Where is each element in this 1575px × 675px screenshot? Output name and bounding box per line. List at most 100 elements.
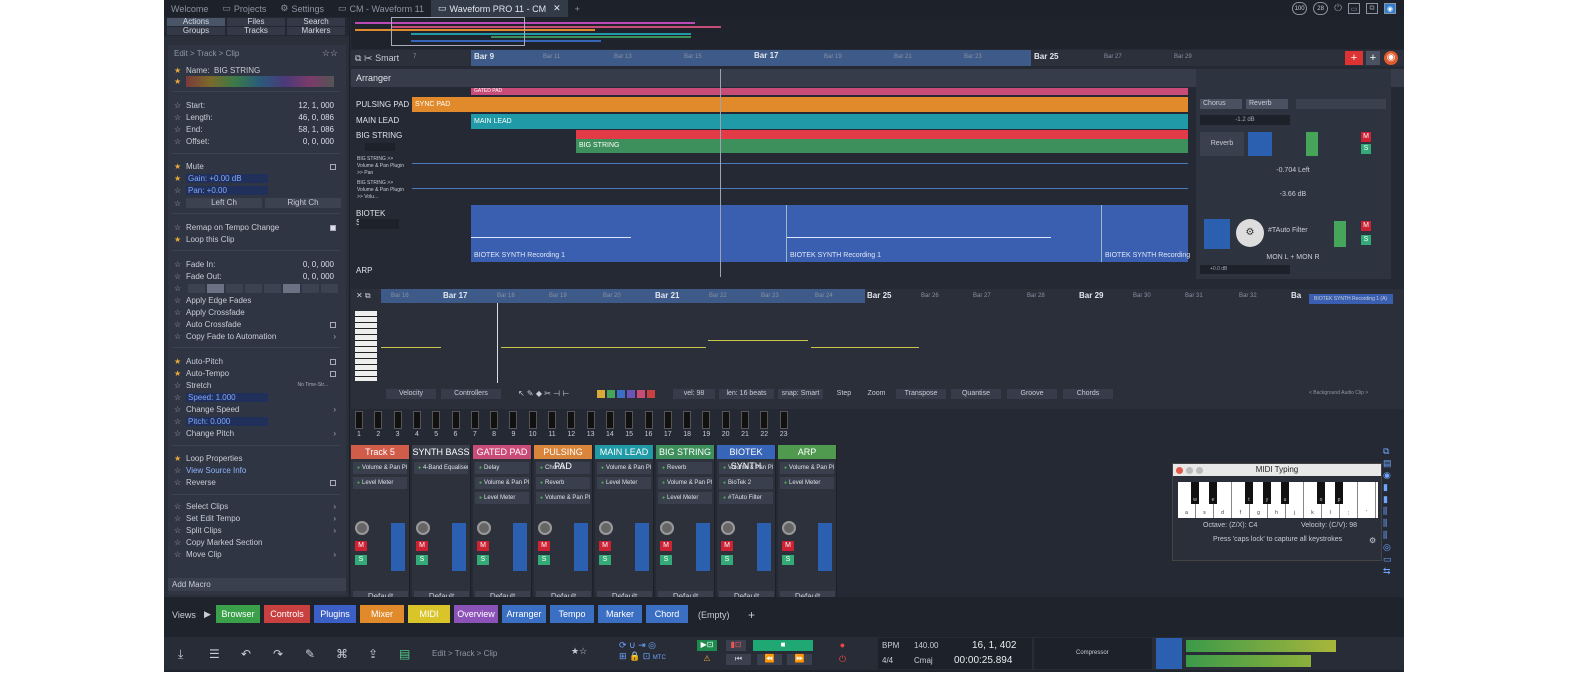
- star-icon[interactable]: ☆: [174, 223, 186, 232]
- step-pad[interactable]: [663, 411, 672, 429]
- color-swatch[interactable]: [647, 390, 655, 398]
- gear-icon[interactable]: ⚙: [1369, 536, 1376, 545]
- tool-icons[interactable]: ↖ ✎ ◆ ✂ ⊣ ⊢: [518, 389, 569, 398]
- star-icon[interactable]: ☆: [174, 284, 186, 293]
- tab-active-edit[interactable]: ▭ Waveform PRO 11 - CM ✕: [431, 0, 568, 17]
- input-routing[interactable]: MON L + MON R: [1200, 253, 1386, 263]
- star-icon[interactable]: ★: [174, 174, 186, 183]
- groove-menu[interactable]: Groove: [1007, 389, 1057, 399]
- mute-button[interactable]: M: [599, 541, 611, 551]
- step-pad[interactable]: [432, 411, 441, 429]
- play-triangle-icon[interactable]: ▶: [204, 609, 211, 620]
- channel-plugin[interactable]: Level Meter: [658, 492, 712, 504]
- view-button[interactable]: Browser: [216, 605, 260, 623]
- chevron-right-icon[interactable]: ›: [333, 429, 336, 438]
- view-button[interactable]: Controls: [264, 605, 310, 623]
- step-pad[interactable]: [470, 411, 479, 429]
- chevron-right-icon[interactable]: ›: [333, 332, 336, 341]
- star-icon[interactable]: ☆: [174, 429, 186, 438]
- loop-button[interactable]: ▶⊡: [697, 640, 717, 651]
- star-icon[interactable]: ☆: [174, 381, 186, 390]
- length-value[interactable]: 46, 0, 086: [298, 113, 334, 122]
- track-header-arp[interactable]: ARP: [353, 266, 411, 275]
- sync-pad-clip[interactable]: SYNC PAD: [412, 97, 1188, 112]
- window-icon[interactable]: ▭: [1348, 3, 1360, 14]
- set-edit-tempo[interactable]: Set Edit Tempo: [186, 514, 240, 523]
- solo-button[interactable]: S: [721, 555, 733, 565]
- volume-fader[interactable]: [696, 523, 710, 571]
- chorus-plugin[interactable]: Chorus: [1200, 99, 1242, 109]
- color-swatch[interactable]: [607, 390, 615, 398]
- power-icon[interactable]: ⏻: [820, 654, 865, 665]
- mute-button[interactable]: M: [721, 541, 733, 551]
- eye-icon[interactable]: ◉: [1384, 3, 1396, 14]
- forward-button[interactable]: ⏩: [787, 654, 812, 665]
- pan-knob[interactable]: [660, 521, 674, 535]
- compressor-slot[interactable]: Compressor: [1034, 638, 1152, 669]
- solo-button[interactable]: S: [599, 555, 611, 565]
- step-pad[interactable]: [393, 411, 402, 429]
- black-key[interactable]: o: [1317, 482, 1325, 504]
- track-plugin-slot[interactable]: [359, 219, 399, 229]
- copy-marked-section[interactable]: Copy Marked Section: [186, 538, 262, 547]
- step-pad[interactable]: [490, 411, 499, 429]
- view-source-info[interactable]: View Source Info: [186, 466, 246, 475]
- color-swatch[interactable]: [597, 390, 605, 398]
- star-icon[interactable]: ★: [174, 454, 186, 463]
- black-key[interactable]: w: [1191, 482, 1199, 504]
- auto-tempo-checkbox[interactable]: [330, 371, 336, 377]
- channel-plugin[interactable]: Volume & Pan Plugin: [780, 462, 834, 474]
- star-icon[interactable]: ☆: [174, 417, 186, 426]
- biotek-clip-1[interactable]: BIOTEK SYNTH Recording 1: [471, 205, 786, 262]
- star-icon[interactable]: ☆: [174, 113, 186, 122]
- chevron-right-icon[interactable]: ›: [333, 526, 336, 535]
- star-icon[interactable]: ★☆: [571, 646, 587, 657]
- close-icon[interactable]: [1176, 467, 1183, 474]
- plugin-chain[interactable]: [1296, 99, 1386, 109]
- channel-plugin[interactable]: Level Meter: [353, 477, 407, 489]
- add-view-button[interactable]: +: [748, 608, 755, 622]
- move-clip[interactable]: Move Clip: [186, 550, 222, 559]
- fade-shape-button[interactable]: [264, 284, 281, 293]
- step-pad[interactable]: [586, 411, 595, 429]
- channel-plugin[interactable]: BioTek 2: [719, 477, 773, 489]
- keyboard-icon[interactable]: ▤: [399, 647, 410, 661]
- channel-plugin[interactable]: Reverb: [658, 462, 712, 474]
- start-value[interactable]: 12, 1, 000: [298, 101, 334, 110]
- channel-name[interactable]: GATED PAD: [473, 445, 531, 459]
- add-tab-button[interactable]: +: [568, 0, 587, 17]
- chevron-right-icon[interactable]: ›: [333, 405, 336, 414]
- undo-icon[interactable]: ↶: [241, 647, 251, 661]
- warning-icon[interactable]: ⚠: [697, 654, 717, 665]
- menu-icon[interactable]: ☰: [209, 647, 220, 661]
- minimize-icon[interactable]: [1186, 467, 1193, 474]
- channel-plugin[interactable]: Level Meter: [475, 492, 529, 504]
- star-icon[interactable]: ☆: [174, 332, 186, 341]
- tab-welcome[interactable]: Welcome: [164, 0, 215, 17]
- apply-crossfade[interactable]: Apply Crossfade: [186, 308, 245, 317]
- left-channel-button[interactable]: Left Ch: [186, 198, 262, 208]
- reverse-checkbox[interactable]: [330, 480, 336, 486]
- track-plugin-slot[interactable]: [365, 143, 395, 151]
- step-pad[interactable]: [721, 411, 730, 429]
- star-icon[interactable]: ☆: [174, 405, 186, 414]
- transport-display[interactable]: BPM 140.00 4/4 Cmaj 16, 1, 402 00:00:25.…: [878, 638, 1032, 669]
- track-header-big-string[interactable]: BIG STRING: [353, 131, 411, 140]
- mixer-side-icons[interactable]: ⧉ ▤ ◉ ▮ ▮ ⫼ ⫼ ⫼ ◎ ▭ ⇆: [1383, 445, 1397, 577]
- color-swatch[interactable]: [637, 390, 645, 398]
- chevron-right-icon[interactable]: ›: [333, 514, 336, 523]
- clip-color-picker[interactable]: [186, 76, 334, 87]
- view-button[interactable]: MIDI: [408, 605, 450, 623]
- change-speed[interactable]: Change Speed: [186, 405, 239, 414]
- mute-button[interactable]: M: [477, 541, 489, 551]
- step-pad[interactable]: [683, 411, 692, 429]
- right-channel-button[interactable]: Right Ch: [265, 198, 341, 208]
- chevron-right-icon[interactable]: ›: [333, 502, 336, 511]
- zoom-button[interactable]: Zoom: [864, 389, 889, 399]
- star-icon[interactable]: ☆: [174, 466, 186, 475]
- velocity-field[interactable]: vel: 98: [673, 389, 715, 399]
- star-icon[interactable]: ☆: [174, 538, 186, 547]
- select-clips[interactable]: Select Clips: [186, 502, 228, 511]
- channel-name[interactable]: BIOTEK SYNTH: [717, 445, 775, 471]
- view-button[interactable]: Marker: [598, 605, 642, 623]
